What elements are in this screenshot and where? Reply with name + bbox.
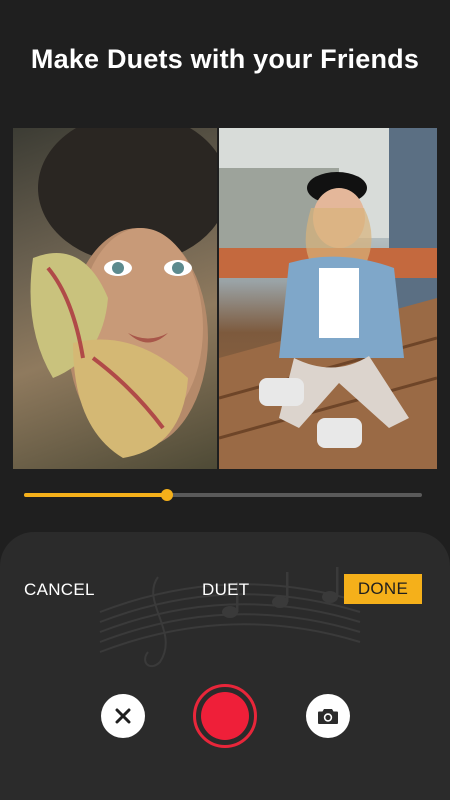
switch-camera-button[interactable] [306,694,350,738]
page-title: Make Duets with your Friends [30,44,420,74]
record-button[interactable] [193,684,257,748]
duet-mode-label[interactable]: DUET [202,580,249,600]
timeline-slider[interactable] [24,489,422,501]
controls-panel: CANCEL DUET DONE [0,532,450,800]
right-photo [219,128,437,469]
discard-button[interactable] [101,694,145,738]
record-icon [201,692,249,740]
cancel-button[interactable]: CANCEL [24,580,95,600]
slider-thumb[interactable] [161,489,173,501]
done-button[interactable]: DONE [344,574,422,604]
close-icon [115,708,131,724]
left-photo [13,128,217,469]
slider-progress [24,493,167,497]
music-notes-icon [99,567,361,668]
camera-icon [318,709,338,724]
duet-preview [13,128,437,469]
